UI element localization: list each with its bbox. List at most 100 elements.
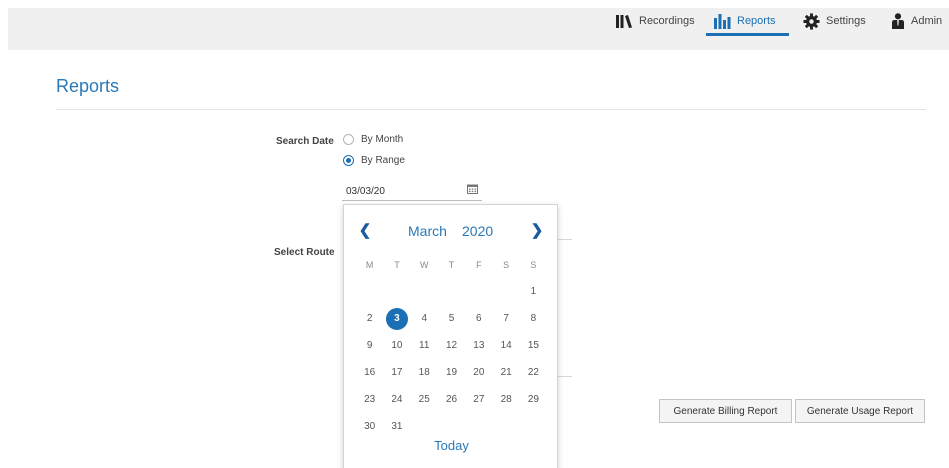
calendar-day-number: 21 <box>500 366 512 378</box>
calendar-day-number: 30 <box>364 420 376 432</box>
by-range-radio[interactable] <box>343 155 354 166</box>
calendar-day[interactable]: 6 <box>465 308 492 330</box>
calendar-day-number: 23 <box>364 393 376 405</box>
calendar-day[interactable]: 9 <box>356 335 383 357</box>
generate-billing-report-button[interactable]: Generate Billing Report <box>659 399 792 423</box>
weekday-header-row: MTWTFSS <box>356 251 548 278</box>
calendar-header: ❮ March 2020 ❯ <box>344 221 559 241</box>
calendar-month[interactable]: March <box>408 223 447 239</box>
calendar-day[interactable]: 24 <box>383 389 410 411</box>
by-month-label: By Month <box>361 134 404 145</box>
calendar-day[interactable]: 5 <box>438 308 465 330</box>
nav-settings-label: Settings <box>826 15 866 27</box>
calendar-day[interactable]: 2 <box>356 308 383 330</box>
calendar-day-number: 25 <box>418 393 430 405</box>
calendar-day-number: 2 <box>366 312 373 324</box>
by-month-option[interactable]: By Month <box>343 134 403 145</box>
calendar-day[interactable]: 1 <box>520 281 547 303</box>
field-underline <box>556 376 572 377</box>
calendar-day[interactable]: 13 <box>465 335 492 357</box>
calendar-day[interactable]: 25 <box>411 389 438 411</box>
calendar-day-number: 24 <box>391 393 403 405</box>
calendar-day[interactable]: 4 <box>411 308 438 330</box>
nav-recordings-label: Recordings <box>639 15 695 27</box>
by-month-radio[interactable] <box>343 134 354 145</box>
calendar-day-number: 17 <box>391 366 403 378</box>
select-route-label: Select Route <box>274 247 335 258</box>
empty-day-cell <box>465 281 492 303</box>
nav-admin-label: Admin <box>911 15 943 27</box>
calendar-day-number: 15 <box>527 339 539 351</box>
date-field-value: 03/03/20 <box>346 186 385 197</box>
today-button[interactable]: Today <box>344 438 559 453</box>
calendar-day[interactable]: 26 <box>438 389 465 411</box>
nav-settings[interactable]: Settings <box>803 0 866 42</box>
calendar-day[interactable]: 14 <box>492 335 519 357</box>
calendar-day[interactable]: 22 <box>520 362 547 384</box>
calendar-day[interactable]: 23 <box>356 389 383 411</box>
calendar-grid: M T W T F S S 1 2 3 4 5 6 7 8 9 10 11 12 13 14 15 16 17 18 19 20 21… <box>356 251 548 440</box>
calendar-day-number: 13 <box>473 339 485 351</box>
calendar-day[interactable]: 18 <box>411 362 438 384</box>
calendar-day[interactable]: 30 <box>356 416 383 438</box>
bar-chart-icon <box>714 13 731 29</box>
empty-day-cell <box>411 281 438 303</box>
calendar-day-number: 9 <box>366 339 373 351</box>
calendar-day-number: 14 <box>500 339 512 351</box>
calendar-day[interactable]: 16 <box>356 362 383 384</box>
calendar-day[interactable]: 11 <box>411 335 438 357</box>
calendar-week-row: 1 <box>356 278 548 305</box>
calendar-day[interactable]: 28 <box>492 389 519 411</box>
empty-day-cell <box>383 281 410 303</box>
weekday-label: S <box>503 259 510 270</box>
calendar-year[interactable]: 2020 <box>462 223 493 239</box>
calendar-day[interactable]: 31 <box>383 416 410 438</box>
nav-recordings[interactable]: Recordings <box>616 0 695 42</box>
calendar-day[interactable]: 19 <box>438 362 465 384</box>
date-field[interactable]: 03/03/20 <box>342 179 482 201</box>
calendar-day[interactable]: 8 <box>520 308 547 330</box>
calendar-day[interactable]: 12 <box>438 335 465 357</box>
calendar-day[interactable]: 10 <box>383 335 410 357</box>
search-date-label: Search Date <box>276 136 334 147</box>
calendar-day-number: 20 <box>473 366 485 378</box>
empty-day-cell <box>438 281 465 303</box>
title-divider <box>56 109 926 110</box>
empty-day-cell <box>411 416 438 438</box>
calendar-day[interactable]: 15 <box>520 335 547 357</box>
weekday-label: T <box>448 259 455 270</box>
by-range-option[interactable]: By Range <box>343 155 405 166</box>
nav-admin[interactable]: Admin <box>891 0 942 42</box>
calendar-day[interactable]: 27 <box>465 389 492 411</box>
calendar-week-row: 23 4 5 6 7 8 <box>356 305 548 332</box>
calendar-day-number: 5 <box>448 312 455 324</box>
calendar-week-row: 30 31 <box>356 413 548 440</box>
calendar-day-number: 3 <box>385 307 408 330</box>
calendar-day-number: 4 <box>421 312 428 324</box>
weekday-label: M <box>365 259 374 270</box>
user-icon <box>891 13 905 29</box>
calendar-week-row: 9 10 11 12 13 14 15 <box>356 332 548 359</box>
calendar-day-number: 11 <box>419 339 430 351</box>
generate-usage-report-button[interactable]: Generate Usage Report <box>795 399 925 423</box>
active-tab-indicator <box>706 33 789 36</box>
calendar-day-number: 19 <box>445 366 458 378</box>
next-month-chevron-icon[interactable]: ❯ <box>530 223 544 239</box>
calendar-day[interactable]: 29 <box>520 389 547 411</box>
calendar-day[interactable]: 7 <box>492 308 519 330</box>
weekday-label: T <box>394 259 400 270</box>
calendar-day-number: 12 <box>445 339 458 351</box>
weekday-label: W <box>419 259 429 270</box>
calendar-day[interactable]: 21 <box>492 362 519 384</box>
calendar-week-row: 16 17 18 19 20 21 22 <box>356 359 548 386</box>
calendar-day-number: 22 <box>527 366 539 378</box>
empty-day-cell <box>492 281 519 303</box>
calendar-day[interactable]: 20 <box>465 362 492 384</box>
calendar-icon[interactable] <box>467 184 478 194</box>
calendar-day[interactable]: 17 <box>383 362 410 384</box>
prev-month-chevron-icon[interactable]: ❮ <box>358 223 372 239</box>
empty-day-cell <box>356 281 383 303</box>
calendar-day-number: 16 <box>364 366 376 378</box>
weekday-label: F <box>476 259 482 270</box>
calendar-day[interactable]: 3 <box>383 307 410 330</box>
